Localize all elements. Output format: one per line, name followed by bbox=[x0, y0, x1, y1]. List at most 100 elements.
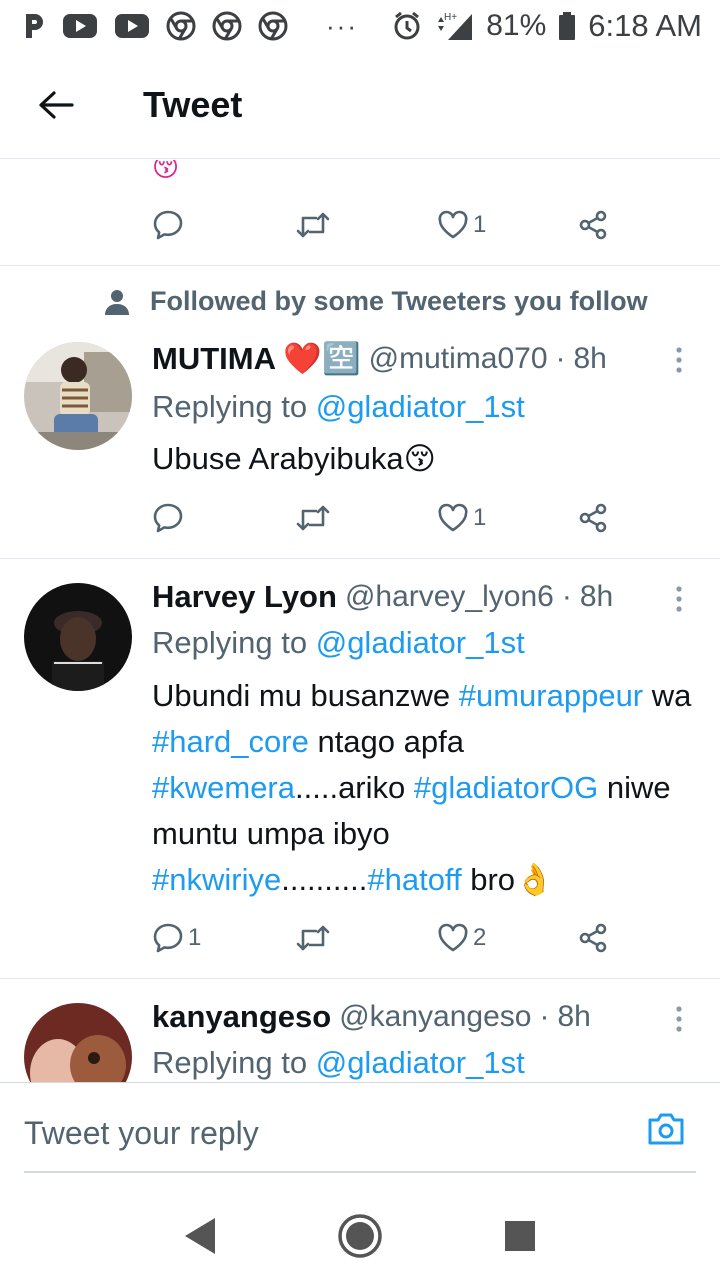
reply-button[interactable]: 1 bbox=[152, 922, 201, 954]
tweet-text-segment: wa bbox=[643, 678, 692, 713]
like-count: 1 bbox=[473, 504, 487, 531]
avatar[interactable] bbox=[24, 583, 132, 691]
share-button[interactable] bbox=[577, 209, 609, 241]
nav-recents-button[interactable] bbox=[490, 1206, 550, 1266]
tweet-header: kanyangeso @kanyangeso · 8h bbox=[152, 999, 720, 1035]
share-button[interactable] bbox=[577, 922, 609, 954]
tweet-text-segment: ntago apfa bbox=[308, 724, 464, 759]
share-icon bbox=[579, 923, 607, 953]
hashtag-link[interactable]: #umurappeur bbox=[459, 678, 643, 713]
retweet-button[interactable] bbox=[296, 503, 330, 533]
chrome-icon bbox=[258, 11, 288, 41]
like-count: 2 bbox=[473, 924, 487, 951]
reply-input[interactable]: Tweet your reply bbox=[24, 1095, 696, 1173]
tweet-time: 8h bbox=[557, 1000, 591, 1033]
circle-home-icon bbox=[338, 1214, 382, 1258]
more-options-button[interactable] bbox=[664, 579, 694, 619]
like-button[interactable]: 1 bbox=[437, 503, 486, 533]
status-bar: ··· H+ 81% 6:18 AM bbox=[0, 0, 720, 52]
like-button[interactable]: 1 bbox=[437, 210, 486, 240]
retweet-icon bbox=[296, 925, 330, 951]
app-header: Tweet bbox=[0, 52, 720, 159]
replying-to: Replying to @gladiator_1st bbox=[152, 1045, 525, 1081]
replying-prefix: Replying to bbox=[152, 389, 316, 424]
square-recents-icon bbox=[505, 1221, 535, 1251]
hashtag-link[interactable]: #hard_core bbox=[152, 724, 309, 759]
battery-icon bbox=[558, 11, 576, 41]
avatar[interactable] bbox=[24, 342, 132, 450]
tweet-header: Harvey Lyon @harvey_lyon6 · 8h bbox=[152, 579, 720, 615]
tweet-text: Ubundi mu busanzwe #umurappeur wa #hard_… bbox=[152, 673, 696, 903]
author-handle[interactable]: @kanyangeso bbox=[339, 1000, 531, 1034]
more-options-button[interactable] bbox=[664, 999, 694, 1039]
retweet-icon bbox=[296, 212, 330, 238]
clock: 6:18 AM bbox=[588, 8, 702, 43]
hashtag-link[interactable]: #gladiatorOG bbox=[414, 770, 598, 805]
like-button[interactable]: 2 bbox=[437, 923, 486, 953]
battery-percent: 81% bbox=[486, 9, 547, 42]
author-handle[interactable]: @mutima070 bbox=[369, 342, 548, 376]
mention-link[interactable]: @gladiator_1st bbox=[316, 625, 525, 660]
avatar[interactable] bbox=[24, 1003, 132, 1082]
tweet-partial[interactable]: 😚 1 bbox=[0, 160, 720, 266]
kebab-menu-icon bbox=[676, 347, 682, 373]
youtube-icon bbox=[62, 12, 98, 40]
reply-feed[interactable]: 😚 1 Followed by some Tweeters you follow bbox=[0, 160, 720, 1082]
hashtag-link[interactable]: #kwemera bbox=[152, 770, 295, 805]
hashtag-link[interactable]: #nkwiriye bbox=[152, 862, 281, 897]
tweet-header: MUTIMA ❤️🈳 @mutima070 · 8h bbox=[152, 340, 720, 377]
replying-prefix: Replying to bbox=[152, 1045, 316, 1080]
tweet-time: 8h bbox=[579, 580, 614, 613]
like-count: 1 bbox=[473, 211, 487, 238]
nav-back-button[interactable] bbox=[170, 1206, 230, 1266]
tweet-text-segment: .....ariko bbox=[295, 770, 414, 805]
camera-button[interactable] bbox=[646, 1111, 696, 1157]
reply-icon bbox=[153, 503, 183, 533]
camera-icon bbox=[648, 1113, 684, 1145]
reply-icon bbox=[153, 923, 183, 953]
hashtag-link[interactable]: #hatoff bbox=[367, 862, 461, 897]
page-title: Tweet bbox=[143, 84, 243, 125]
tweet-card[interactable]: Followed by some Tweeters you follow MUT… bbox=[0, 266, 720, 559]
mention-link[interactable]: @gladiator_1st bbox=[316, 389, 525, 424]
share-icon bbox=[579, 210, 607, 240]
tweet-card[interactable]: Harvey Lyon @harvey_lyon6 · 8h Replying to @… bbox=[0, 559, 720, 979]
nav-home-button[interactable] bbox=[330, 1206, 390, 1266]
kebab-menu-icon bbox=[676, 586, 682, 612]
author-name[interactable]: MUTIMA ❤️🈳 bbox=[152, 340, 361, 377]
tweet-time: 8h bbox=[573, 341, 607, 375]
alarm-icon bbox=[392, 11, 422, 41]
author-handle[interactable]: @harvey_lyon6 bbox=[345, 580, 554, 614]
retweet-button[interactable] bbox=[296, 210, 330, 240]
reply-button[interactable] bbox=[152, 502, 184, 534]
separator-dot: · bbox=[561, 580, 572, 613]
pandora-icon bbox=[24, 12, 46, 40]
mention-link[interactable]: @gladiator_1st bbox=[316, 1045, 525, 1080]
triangle-back-icon bbox=[185, 1218, 215, 1254]
reply-composer: Tweet your reply bbox=[0, 1082, 720, 1192]
back-button[interactable] bbox=[26, 75, 86, 135]
kebab-menu-icon bbox=[676, 1006, 682, 1032]
social-context-text: Followed by some Tweeters you follow bbox=[150, 286, 648, 316]
reply-button[interactable] bbox=[152, 209, 184, 241]
reply-icon bbox=[153, 210, 183, 240]
youtube-icon bbox=[114, 12, 150, 40]
heart-icon bbox=[438, 923, 468, 952]
tweet-text-tail: 😚 bbox=[152, 160, 180, 182]
tweet-card[interactable]: kanyangeso @kanyangeso · 8h Replying to @gla… bbox=[0, 979, 720, 1082]
retweet-icon bbox=[296, 505, 330, 531]
tweet-text: Ubuse Arabyibuka😚 bbox=[152, 436, 696, 482]
replying-to: Replying to @gladiator_1st bbox=[152, 389, 525, 425]
more-options-button[interactable] bbox=[664, 340, 694, 380]
chrome-icon bbox=[212, 11, 242, 41]
reply-count: 1 bbox=[188, 924, 202, 951]
author-name[interactable]: kanyangeso bbox=[152, 999, 331, 1035]
author-name[interactable]: Harvey Lyon bbox=[152, 579, 337, 615]
retweet-button[interactable] bbox=[296, 923, 330, 953]
reply-placeholder: Tweet your reply bbox=[24, 1114, 259, 1151]
replying-to: Replying to @gladiator_1st bbox=[152, 625, 525, 661]
system-nav-bar bbox=[0, 1192, 720, 1280]
share-button[interactable] bbox=[577, 502, 609, 534]
svg-text:H+: H+ bbox=[444, 12, 457, 23]
tweet-text-segment: Ubundi mu busanzwe bbox=[152, 678, 459, 713]
